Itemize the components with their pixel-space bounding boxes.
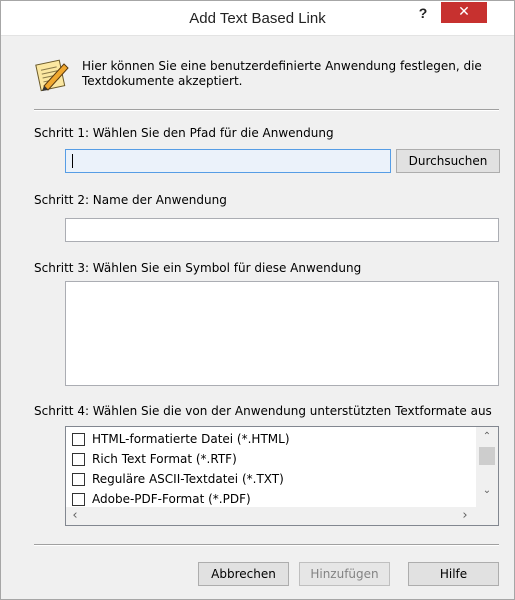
format-checkbox[interactable] [72,473,85,486]
symbol-box[interactable] [65,281,499,386]
format-item-html[interactable]: HTML-formatierte Datei (*.HTML) [70,429,470,449]
format-label: HTML-formatierte Datei (*.HTML) [92,432,290,446]
scroll-up-icon[interactable]: ⌃ [476,431,498,442]
step4-label: Schritt 4: Wählen Sie die von der Anwend… [34,404,492,418]
dialog-title: Add Text Based Link [189,10,326,27]
format-list[interactable]: HTML-formatierte Datei (*.HTML) Rich Tex… [65,426,499,526]
format-item-txt[interactable]: Reguläre ASCII-Textdatei (*.TXT) [70,469,470,489]
intro-text: Hier können Sie eine benutzerdefinierte … [82,59,482,88]
cancel-button[interactable]: Abbrechen [198,562,289,586]
notepad-pencil-icon [34,56,70,92]
help-button[interactable]: Hilfe [408,562,499,586]
help-title-button[interactable]: ? [414,5,432,25]
header-divider [34,109,499,111]
format-checkbox[interactable] [72,453,85,466]
footer-divider [34,544,499,546]
format-item-rtf[interactable]: Rich Text Format (*.RTF) [70,449,470,469]
format-list-viewport: HTML-formatierte Datei (*.HTML) Rich Tex… [66,427,476,507]
path-input[interactable] [65,149,391,173]
format-label: Reguläre ASCII-Textdatei (*.TXT) [92,472,284,486]
format-label: Adobe-PDF-Format (*.PDF) [92,492,251,506]
close-button[interactable]: ✕ [441,2,487,23]
dialog-window: Add Text Based Link ? ✕ Hier können Sie … [0,0,515,600]
browse-button[interactable]: Durchsuchen [396,149,500,173]
step2-label: Schritt 2: Name der Anwendung [34,193,227,207]
vertical-scroll-thumb[interactable] [479,447,495,465]
format-checkbox[interactable] [72,433,85,446]
add-button[interactable]: Hinzufügen [299,562,390,586]
app-name-input[interactable] [65,218,499,242]
scroll-corner [476,507,498,525]
scroll-left-icon[interactable]: ‹ [68,508,82,523]
horizontal-scrollbar[interactable]: ‹ › [66,507,476,525]
scroll-down-icon[interactable]: ⌄ [476,485,498,496]
title-bar: Add Text Based Link ? ✕ [1,1,514,35]
format-label: Rich Text Format (*.RTF) [92,452,237,466]
scroll-right-icon[interactable]: › [458,508,472,523]
vertical-scrollbar[interactable]: ⌃ ⌄ [476,427,498,507]
step3-label: Schritt 3: Wählen Sie ein Symbol für die… [34,261,362,275]
format-checkbox[interactable] [72,493,85,506]
text-caret [72,154,73,168]
format-item-pdf[interactable]: Adobe-PDF-Format (*.PDF) [70,489,470,507]
step1-label: Schritt 1: Wählen Sie den Pfad für die A… [34,126,334,140]
title-separator [1,35,514,36]
